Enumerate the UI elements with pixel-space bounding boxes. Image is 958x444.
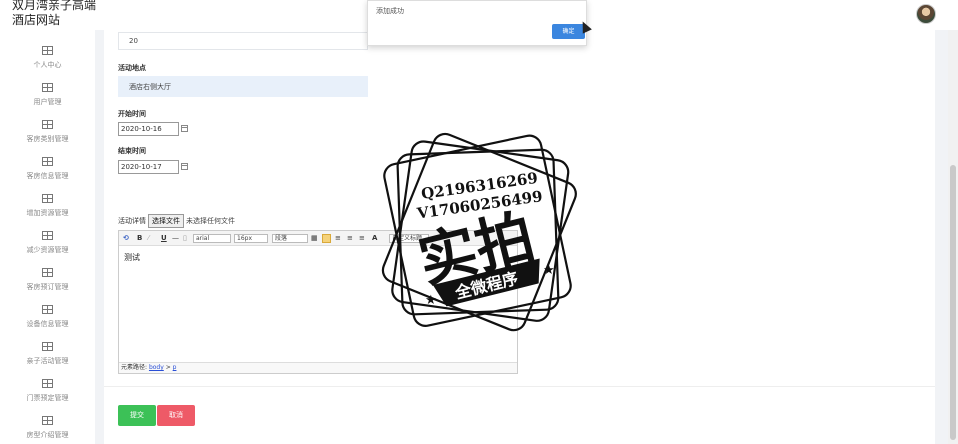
table-icon bbox=[42, 379, 53, 388]
sidebar-item-room-booking[interactable]: 客房预订管理 bbox=[0, 268, 95, 304]
success-dialog: 添加成功 确定 bbox=[367, 0, 587, 46]
sidebar: 个人中心 用户管理 客房类别管理 客房信息管理 增加资源管理 减少资源管理 客房… bbox=[0, 30, 95, 444]
table-icon bbox=[42, 120, 53, 129]
align-center-icon[interactable]: ≡ bbox=[335, 234, 341, 243]
sidebar-item-label: 用户管理 bbox=[33, 98, 62, 106]
file-status: 未选择任何文件 bbox=[186, 217, 235, 225]
sidebar-item-add-resource[interactable]: 增加资源管理 bbox=[0, 194, 95, 230]
sidebar-item-personal-center[interactable]: 个人中心 bbox=[0, 46, 95, 82]
sidebar-item-label: 亲子活动管理 bbox=[26, 357, 69, 365]
editor-content[interactable]: 测试 bbox=[124, 252, 140, 263]
source-icon[interactable]: ⟲ bbox=[123, 234, 129, 243]
font-size-select[interactable]: 16px bbox=[234, 234, 268, 243]
detail-label: 活动详情 bbox=[118, 217, 146, 225]
field-value: 2020-10-16 bbox=[121, 125, 162, 133]
element-path-label: 元素路径: bbox=[121, 364, 148, 371]
sidebar-item-user-management[interactable]: 用户管理 bbox=[0, 83, 95, 119]
italic-icon[interactable]: ⁄ bbox=[148, 234, 149, 243]
sidebar-item-label: 房型介绍管理 bbox=[26, 431, 69, 439]
sidebar-item-room-category[interactable]: 客房类别管理 bbox=[0, 120, 95, 156]
table-icon bbox=[42, 231, 53, 240]
start-time-label: 开始时间 bbox=[118, 110, 146, 118]
table-icon[interactable]: ▦ bbox=[311, 234, 318, 243]
element-path-separator: > bbox=[163, 364, 173, 371]
underline-icon[interactable]: U bbox=[161, 234, 167, 243]
sidebar-item-label: 门票预定管理 bbox=[26, 394, 69, 402]
sidebar-item-label: 客房预订管理 bbox=[26, 283, 69, 291]
clear-format-icon[interactable]: ▯ bbox=[183, 234, 187, 243]
sidebar-item-room-type[interactable]: 房型介绍管理 bbox=[0, 416, 95, 444]
field-value: 酒店右侧大厅 bbox=[129, 82, 171, 91]
align-justify-icon[interactable]: ≡ bbox=[359, 234, 365, 243]
user-avatar[interactable] bbox=[916, 4, 936, 24]
location-label: 活动地点 bbox=[118, 64, 146, 72]
sidebar-item-family-activity[interactable]: 亲子活动管理 bbox=[0, 342, 95, 378]
cancel-button[interactable]: 取消 bbox=[157, 405, 195, 426]
star-icon: ★ bbox=[425, 293, 437, 308]
location-field[interactable]: 酒店右侧大厅 bbox=[118, 76, 368, 97]
form-divider bbox=[104, 386, 935, 387]
page-scrollbar[interactable] bbox=[948, 30, 958, 444]
table-icon bbox=[42, 342, 53, 351]
submit-button[interactable]: 提交 bbox=[118, 405, 156, 426]
sidebar-item-label: 客房类别管理 bbox=[26, 135, 69, 143]
end-date-input[interactable]: 2020-10-17 bbox=[118, 160, 179, 174]
calendar-icon[interactable] bbox=[181, 163, 188, 170]
sidebar-item-reduce-resource[interactable]: 减少资源管理 bbox=[0, 231, 95, 267]
table-icon bbox=[42, 268, 53, 277]
paragraph-select[interactable]: 段落 bbox=[272, 234, 308, 243]
end-time-label: 结束时间 bbox=[118, 147, 146, 155]
horizontal-rule-icon[interactable]: — bbox=[172, 234, 179, 243]
table-icon bbox=[42, 46, 53, 55]
editor-element-path: 元素路径: body > p bbox=[119, 362, 517, 373]
start-date-input[interactable]: 2020-10-16 bbox=[118, 122, 179, 136]
font-family-select[interactable]: arial bbox=[193, 234, 231, 243]
sidebar-item-equipment[interactable]: 设备信息管理 bbox=[0, 305, 95, 341]
watermark-stamp: Q2196316269 V17060256499 实拍 全微程序 ★ ★ bbox=[381, 132, 577, 332]
sidebar-item-label: 增加资源管理 bbox=[26, 209, 69, 217]
sidebar-item-room-info[interactable]: 客房信息管理 bbox=[0, 157, 95, 193]
sidebar-item-label: 客房信息管理 bbox=[26, 172, 69, 180]
element-path-p[interactable]: p bbox=[173, 364, 177, 371]
dialog-message: 添加成功 bbox=[376, 7, 404, 15]
star-icon: ★ bbox=[543, 263, 555, 278]
calendar-icon[interactable] bbox=[181, 125, 188, 132]
element-path-body[interactable]: body bbox=[149, 364, 164, 371]
sidebar-item-ticket-booking[interactable]: 门票预定管理 bbox=[0, 379, 95, 415]
table-icon bbox=[42, 416, 53, 425]
bold-icon[interactable]: B bbox=[137, 234, 142, 243]
table-icon bbox=[42, 305, 53, 314]
table-icon bbox=[42, 83, 53, 92]
table-icon bbox=[42, 157, 53, 166]
align-right-icon[interactable]: ≡ bbox=[347, 234, 353, 243]
sidebar-item-label: 减少资源管理 bbox=[26, 246, 69, 254]
align-left-icon[interactable] bbox=[322, 234, 331, 243]
site-title: 双月湾亲子高端酒店网站 bbox=[12, 0, 97, 27]
top-number-field[interactable]: 20 bbox=[118, 32, 368, 50]
sidebar-item-label: 个人中心 bbox=[33, 61, 62, 69]
table-icon bbox=[42, 194, 53, 203]
choose-file-button[interactable]: 选择文件 bbox=[148, 214, 184, 228]
field-value: 2020-10-17 bbox=[121, 163, 162, 171]
field-value: 20 bbox=[129, 37, 138, 45]
scroll-thumb[interactable] bbox=[950, 165, 956, 440]
sidebar-item-label: 设备信息管理 bbox=[26, 320, 69, 328]
